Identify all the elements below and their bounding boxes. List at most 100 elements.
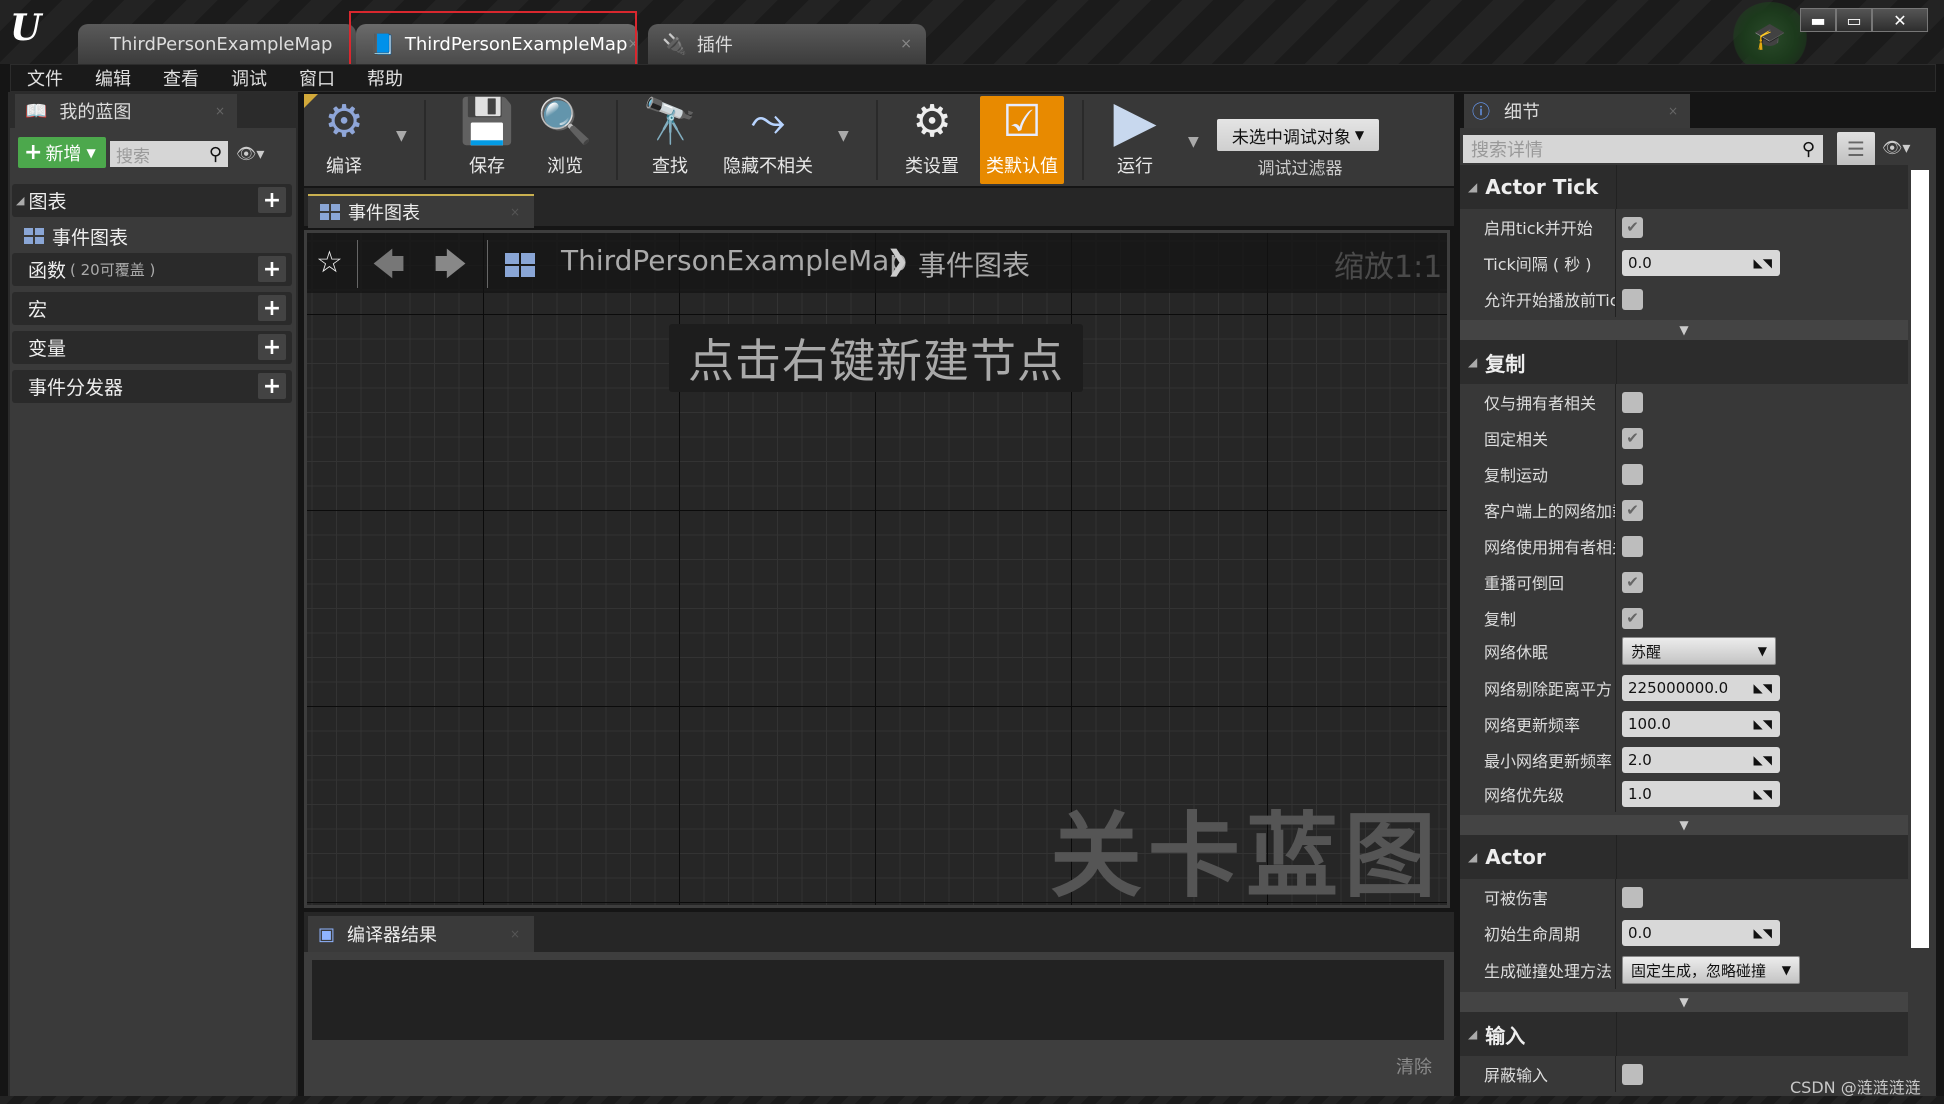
- hide-unrelated-options-dropdown[interactable]: ▼: [838, 128, 849, 144]
- play-button[interactable]: ▶ 运行: [1100, 94, 1170, 184]
- category-event-dispatchers[interactable]: 事件分发器 +: [12, 370, 292, 403]
- menu-edit[interactable]: 编辑: [79, 65, 147, 91]
- star-bookmark-icon[interactable]: ☆: [316, 245, 343, 280]
- my-blueprint-tab[interactable]: 📖 我的蓝图 ×: [15, 94, 237, 128]
- class-defaults-button[interactable]: ☑ 类默认值: [980, 96, 1064, 184]
- maximize-button[interactable]: ▭: [1836, 8, 1872, 32]
- compile-button[interactable]: ⚙ 编译: [312, 96, 376, 184]
- net-use-owner-relevancy-checkbox[interactable]: [1622, 535, 1643, 557]
- learn-graduation-cap-icon[interactable]: 🎓: [1732, 2, 1808, 72]
- advanced-expander[interactable]: ▼: [1460, 320, 1908, 340]
- close-tab-icon[interactable]: ×: [215, 104, 225, 118]
- property-matrix-button[interactable]: ☰: [1837, 132, 1875, 166]
- spin-drag-icon[interactable]: ◣◥: [1754, 717, 1772, 731]
- spawn-collision-handling-dropdown[interactable]: 固定生成，忽略碰撞 ▼: [1622, 956, 1800, 984]
- back-arrow-icon[interactable]: 🡄: [372, 242, 405, 296]
- play-options-dropdown[interactable]: ▼: [1188, 134, 1199, 150]
- menu-view[interactable]: 查看: [147, 65, 215, 91]
- hide-unrelated-button[interactable]: ⤳ 隐藏不相关: [716, 96, 820, 184]
- window-tab-plugins[interactable]: 🔌 插件 ×: [648, 24, 926, 64]
- net-dormancy-dropdown[interactable]: 苏醒 ▼: [1622, 637, 1776, 665]
- event-graph-tab[interactable]: 事件图表 ×: [308, 194, 534, 228]
- class-settings-button[interactable]: ⚙ 类设置: [894, 96, 970, 184]
- blueprint-search-input[interactable]: 搜索 ⚲: [110, 141, 228, 167]
- replicates-checkbox[interactable]: ✔: [1622, 607, 1643, 629]
- always-relevant-checkbox[interactable]: ✔: [1622, 427, 1643, 449]
- menu-file[interactable]: 文件: [11, 65, 79, 91]
- replay-rewindable-checkbox[interactable]: ✔: [1622, 571, 1643, 593]
- breadcrumb-event-graph[interactable]: 事件图表: [918, 244, 1030, 284]
- spin-drag-icon[interactable]: ◣◥: [1754, 926, 1772, 940]
- breadcrumb-map[interactable]: ThirdPersonExampleMap: [561, 244, 907, 277]
- collapse-triangle-icon[interactable]: ◢: [1468, 850, 1477, 864]
- net-update-frequency-field[interactable]: 100.0 ◣◥: [1622, 711, 1780, 737]
- close-tab-icon[interactable]: ×: [510, 205, 520, 219]
- add-event-dispatcher-button[interactable]: +: [258, 373, 286, 399]
- category-macros[interactable]: 宏 +: [12, 292, 292, 325]
- start-with-tick-enabled-checkbox[interactable]: ✔: [1622, 216, 1643, 238]
- collapse-triangle-icon[interactable]: ◢: [1468, 180, 1477, 194]
- find-button[interactable]: 🔭 查找: [634, 96, 706, 184]
- debug-object-select[interactable]: 未选中调试对象 ▼: [1217, 119, 1379, 151]
- close-tab-icon[interactable]: ×: [1668, 104, 1678, 118]
- menu-debug[interactable]: 调试: [215, 65, 283, 91]
- min-net-update-frequency-field[interactable]: 2.0 ◣◥: [1622, 747, 1780, 773]
- view-options-eye-icon[interactable]: 👁▾: [236, 144, 264, 163]
- can-be-damaged-checkbox[interactable]: [1622, 886, 1643, 908]
- net-load-on-client-checkbox[interactable]: ✔: [1622, 499, 1643, 521]
- search-placeholder: 搜索: [116, 146, 150, 167]
- section-actor[interactable]: ◢ Actor: [1460, 835, 1908, 879]
- browse-button[interactable]: 🔍 浏览: [530, 96, 600, 184]
- property-row: 重播可倒回 ✔: [1460, 564, 1908, 600]
- details-scrollbar[interactable]: [1911, 170, 1929, 948]
- block-input-checkbox[interactable]: [1622, 1063, 1643, 1085]
- tick-interval-field[interactable]: 0.0 ◣◥: [1622, 250, 1780, 276]
- only-relevant-to-owner-checkbox[interactable]: [1622, 391, 1643, 413]
- net-priority-field[interactable]: 1.0 ◣◥: [1622, 781, 1780, 807]
- compile-options-dropdown[interactable]: ▼: [396, 128, 407, 144]
- collapse-triangle-icon[interactable]: ◢: [16, 194, 24, 207]
- menu-help[interactable]: 帮助: [351, 65, 419, 91]
- advanced-expander[interactable]: ▼: [1460, 992, 1908, 1012]
- net-cull-distance-squared-field[interactable]: 225000000.0 ◣◥: [1622, 675, 1780, 701]
- close-window-button[interactable]: ✕: [1872, 8, 1928, 32]
- forward-arrow-icon[interactable]: 🡆: [434, 242, 467, 296]
- details-tab[interactable]: ⓘ 细节 ×: [1464, 94, 1690, 128]
- advanced-expander[interactable]: ▼: [1460, 815, 1908, 835]
- initial-life-span-field[interactable]: 0.0 ◣◥: [1622, 920, 1780, 946]
- add-function-button[interactable]: +: [258, 256, 286, 282]
- spin-drag-icon[interactable]: ◣◥: [1754, 787, 1772, 801]
- section-actor-tick[interactable]: ◢ Actor Tick: [1460, 165, 1908, 209]
- save-button[interactable]: 💾 保存: [452, 96, 522, 184]
- spin-drag-icon[interactable]: ◣◥: [1754, 681, 1772, 695]
- view-options-eye-icon[interactable]: 👁▾: [1882, 138, 1910, 157]
- section-input[interactable]: ◢ 输入: [1460, 1012, 1908, 1056]
- details-search-input[interactable]: 搜索详情 ⚲: [1463, 135, 1823, 163]
- collapse-triangle-icon[interactable]: ◢: [1468, 1027, 1477, 1041]
- section-replication[interactable]: ◢ 复制: [1460, 340, 1908, 384]
- add-macro-button[interactable]: +: [258, 295, 286, 321]
- category-graphs[interactable]: ◢ 图表 +: [12, 184, 292, 217]
- spin-drag-icon[interactable]: ◣◥: [1754, 753, 1772, 767]
- close-tab-icon[interactable]: ×: [510, 927, 520, 941]
- compiler-results-tab[interactable]: ▣ 编译器结果 ×: [308, 916, 534, 952]
- clear-button[interactable]: 清除: [1396, 1053, 1432, 1079]
- close-tab-icon[interactable]: ×: [900, 36, 912, 52]
- category-variables[interactable]: 变量 +: [12, 331, 292, 364]
- allow-tick-before-begin-play-checkbox[interactable]: [1622, 288, 1643, 310]
- spin-drag-icon[interactable]: ◣◥: [1754, 256, 1772, 270]
- minimize-button[interactable]: ▬: [1800, 8, 1836, 32]
- compiler-log-area[interactable]: [312, 960, 1444, 1040]
- collapse-triangle-icon[interactable]: ◢: [1468, 355, 1477, 369]
- add-graph-button[interactable]: +: [258, 187, 286, 213]
- search-icon: ⚲: [208, 143, 222, 165]
- category-functions[interactable]: 函数 ( 20可覆盖 ) +: [12, 253, 292, 286]
- menu-window[interactable]: 窗口: [283, 65, 351, 91]
- replicate-movement-checkbox[interactable]: [1622, 463, 1643, 485]
- property-row: 网络优先级 1.0 ◣◥: [1460, 776, 1908, 812]
- category-label: 事件分发器: [28, 377, 124, 399]
- add-new-button[interactable]: + 新增 ▼: [18, 137, 106, 168]
- window-tab-map-1[interactable]: ThirdPersonExampleMap: [78, 24, 356, 64]
- event-graph-item[interactable]: 事件图表: [24, 221, 128, 251]
- add-variable-button[interactable]: +: [258, 334, 286, 360]
